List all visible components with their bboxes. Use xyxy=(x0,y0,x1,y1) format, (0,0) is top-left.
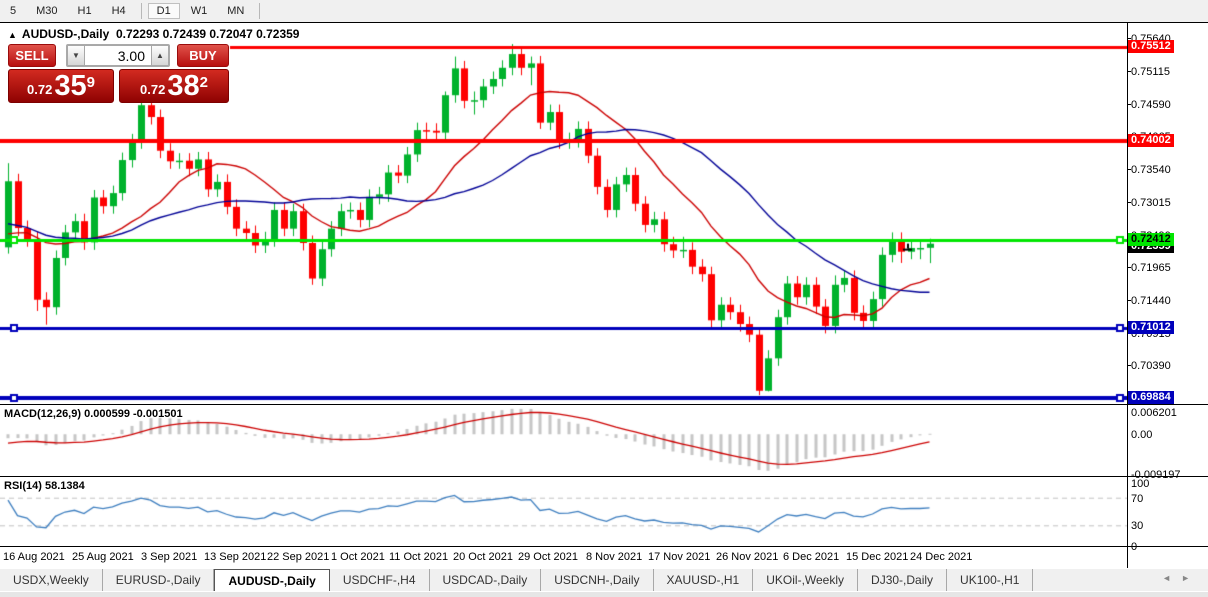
volume-decrease-button[interactable]: ▼ xyxy=(67,45,85,66)
chart-tab-usdcnh-daily[interactable]: USDCNH-,Daily xyxy=(541,569,653,591)
date-axis-label: 17 Nov 2021 xyxy=(648,551,710,563)
date-axis-label: 25 Aug 2021 xyxy=(72,551,134,563)
axis-tick xyxy=(1127,365,1131,366)
axis-tick xyxy=(1127,267,1131,268)
tab-bar-bottom-strip xyxy=(0,591,1208,597)
panel-separator[interactable] xyxy=(0,476,1208,477)
date-axis-label: 26 Nov 2021 xyxy=(716,551,778,563)
chart-tab-audusd-daily[interactable]: AUDUSD-,Daily xyxy=(214,569,329,591)
timeframe-toolbar: 5M30H1H4 D1W1MN xyxy=(0,0,1208,23)
axis-tick xyxy=(1127,300,1131,301)
hline-price-label: 0.74002 xyxy=(1128,134,1174,147)
timeframe-button-h1[interactable]: H1 xyxy=(69,3,101,19)
date-axis-label: 16 Aug 2021 xyxy=(3,551,65,563)
rsi-axis-label: 100 xyxy=(1131,478,1207,490)
timeframe-button-h4[interactable]: H4 xyxy=(103,3,135,19)
macd-axis-label: 0.00 xyxy=(1131,429,1207,441)
date-axis-label: 22 Sep 2021 xyxy=(267,551,329,563)
axis-tick xyxy=(1127,169,1131,170)
hline-price-label: 0.75512 xyxy=(1128,40,1174,53)
chart-tab-usdx-weekly[interactable]: USDX,Weekly xyxy=(0,569,103,591)
date-axis-label: 3 Sep 2021 xyxy=(141,551,197,563)
date-axis-label: 29 Oct 2021 xyxy=(518,551,578,563)
chart-tab-ukoil-weekly[interactable]: UKOil-,Weekly xyxy=(753,569,858,591)
tab-scroll-right-icon[interactable]: ► xyxy=(1181,573,1200,583)
collapse-triangle-icon[interactable]: ▲ xyxy=(8,30,17,40)
chart-ohlc-values: 0.72293 0.72439 0.72047 0.72359 xyxy=(116,27,300,41)
sell-price-big-digits: 35 xyxy=(54,72,86,101)
toolbar-separator xyxy=(141,3,142,19)
timeframe-button-w1[interactable]: W1 xyxy=(182,3,217,19)
date-axis-label: 15 Dec 2021 xyxy=(846,551,908,563)
volume-input[interactable]: 3.00 xyxy=(85,45,151,66)
chart-tab-usdchf-h4[interactable]: USDCHF-,H4 xyxy=(330,569,430,591)
price-axis-label: 0.71440 xyxy=(1131,295,1207,307)
axis-tick xyxy=(1127,202,1131,203)
timeframe-button-mn[interactable]: MN xyxy=(218,3,253,19)
trading-terminal-window: 5M30H1H4 D1W1MN ▲ AUDUSD-,Daily 0.72293 0.… xyxy=(0,0,1208,597)
date-axis-label: 8 Nov 2021 xyxy=(586,551,642,563)
volume-stepper: ▼ 3.00 ▲ xyxy=(66,44,170,67)
one-click-trading-panel: SELL ▼ 3.00 ▲ BUY 0.72 35 9 0.72 38 2 xyxy=(8,44,229,103)
sell-price-pip-digit: 9 xyxy=(87,74,95,91)
hline-price-label: 0.69884 xyxy=(1128,391,1174,404)
date-axis-label: 13 Sep 2021 xyxy=(204,551,266,563)
chart-tab-uk100-h1[interactable]: UK100-,H1 xyxy=(947,569,1033,591)
chart-workspace: ▲ AUDUSD-,Daily 0.72293 0.72439 0.72047 0… xyxy=(0,22,1208,570)
rsi-axis-label: 70 xyxy=(1131,493,1207,505)
date-axis-label: 11 Oct 2021 xyxy=(389,551,448,563)
buy-price-display[interactable]: 0.72 38 2 xyxy=(119,69,229,103)
chart-tab-dj30-daily[interactable]: DJ30-,Daily xyxy=(858,569,947,591)
rsi-axis-label: 0 xyxy=(1131,541,1207,553)
chart-tab-xauusd-h1[interactable]: XAUUSD-,H1 xyxy=(654,569,754,591)
date-axis-label: 24 Dec 2021 xyxy=(910,551,972,563)
timeframe-button-5[interactable]: 5 xyxy=(1,3,25,19)
date-axis[interactable]: 16 Aug 2021 25 Aug 2021 3 Sep 2021 13 Sep 2… xyxy=(0,547,1127,568)
date-axis-label: 20 Oct 2021 xyxy=(453,551,513,563)
buy-price-big-digits: 38 xyxy=(167,72,199,101)
hline-price-label: 0.72412 xyxy=(1128,233,1174,246)
price-axis-label: 0.73540 xyxy=(1131,164,1207,176)
price-axis-divider xyxy=(1127,23,1128,568)
panel-separator[interactable] xyxy=(0,404,1208,405)
chart-title: ▲ AUDUSD-,Daily 0.72293 0.72439 0.72047 0… xyxy=(8,27,299,41)
sell-button[interactable]: SELL xyxy=(8,44,56,67)
axis-tick xyxy=(1127,104,1131,105)
price-axis-label: 0.75115 xyxy=(1131,66,1207,78)
price-axis-label: 0.70390 xyxy=(1131,360,1207,372)
rsi-axis-label: 30 xyxy=(1131,520,1207,532)
date-axis-label: 1 Oct 2021 xyxy=(331,551,385,563)
tab-scroll-left-icon[interactable]: ◄ xyxy=(1162,573,1181,583)
timeframe-button-d1[interactable]: D1 xyxy=(148,3,180,19)
macd-label: MACD(12,26,9) 0.000599 -0.001501 xyxy=(4,408,183,420)
price-axis-label: 0.73015 xyxy=(1131,197,1207,209)
chart-tab-eurusd-daily[interactable]: EURUSD-,Daily xyxy=(103,569,215,591)
volume-increase-button[interactable]: ▲ xyxy=(151,45,169,66)
chart-tab-bar: USDX,WeeklyEURUSD-,DailyAUDUSD-,DailyUSD… xyxy=(0,569,1208,597)
axis-tick xyxy=(1127,38,1131,39)
sell-price-prefix: 0.72 xyxy=(27,82,52,97)
chart-tabs: USDX,WeeklyEURUSD-,DailyAUDUSD-,DailyUSD… xyxy=(0,569,1208,591)
timeframe-button-m30[interactable]: M30 xyxy=(27,3,66,19)
date-axis-label: 6 Dec 2021 xyxy=(783,551,839,563)
buy-price-pip-digit: 2 xyxy=(200,74,208,91)
buy-price-prefix: 0.72 xyxy=(140,82,165,97)
chart-tab-usdcad-daily[interactable]: USDCAD-,Daily xyxy=(430,569,542,591)
toolbar-separator xyxy=(259,3,260,19)
macd-axis-label: 0.006201 xyxy=(1131,407,1207,419)
buy-button[interactable]: BUY xyxy=(177,44,229,67)
price-axis-label: 0.71965 xyxy=(1131,262,1207,274)
sell-price-display[interactable]: 0.72 35 9 xyxy=(8,69,114,103)
hline-price-label: 0.71012 xyxy=(1128,321,1174,334)
price-axis-label: 0.74590 xyxy=(1131,99,1207,111)
axis-tick xyxy=(1127,71,1131,72)
rsi-label: RSI(14) 58.1384 xyxy=(4,480,85,492)
rsi-indicator-canvas[interactable] xyxy=(0,477,1127,546)
chart-symbol-label: AUDUSD-,Daily xyxy=(22,27,109,41)
